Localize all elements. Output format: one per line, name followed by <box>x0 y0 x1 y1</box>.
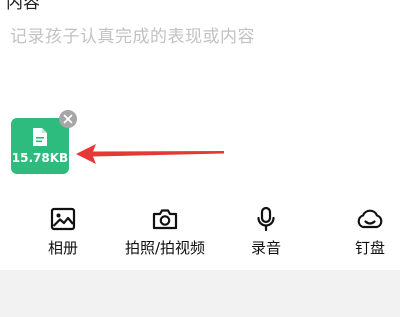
album-label: 相册 <box>47 239 78 257</box>
camera-icon <box>152 209 178 230</box>
ding-disk-label: 钉盘 <box>354 239 385 257</box>
image-icon <box>50 207 76 231</box>
content-input-placeholder[interactable]: 记录孩子认真完成的表现或内容 <box>10 22 255 47</box>
bottom-panel <box>0 270 400 317</box>
remove-attachment-button[interactable] <box>59 110 77 128</box>
ding-disk-button[interactable]: 钉盘 <box>320 206 400 258</box>
file-size-label: 15.78KB <box>11 151 69 165</box>
file-icon <box>31 127 49 151</box>
album-button[interactable]: 相册 <box>13 206 113 258</box>
microphone-icon <box>257 206 275 232</box>
record-audio-label: 录音 <box>250 239 281 257</box>
annotation-arrow <box>76 144 224 164</box>
close-icon <box>63 114 73 124</box>
attachment-toolbar: 相册 拍照/拍视频 录音 钉盘 <box>0 206 400 268</box>
camera-button[interactable]: 拍照/拍视频 <box>115 206 215 258</box>
camera-label: 拍照/拍视频 <box>124 239 206 257</box>
cloud-icon <box>357 209 383 229</box>
section-label: 内容 <box>6 0 40 13</box>
record-audio-button[interactable]: 录音 <box>216 206 316 258</box>
